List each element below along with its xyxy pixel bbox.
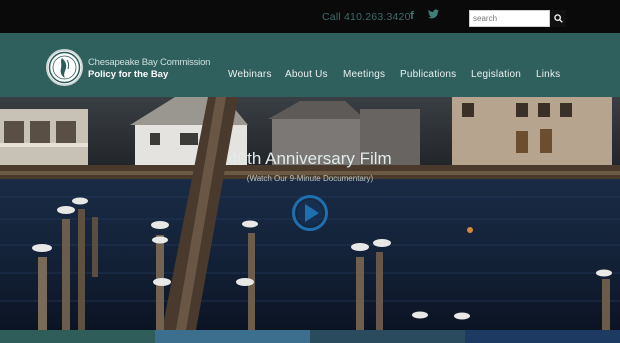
logo-emblem-icon	[48, 51, 81, 84]
org-name-line2[interactable]: Policy for the Bay	[88, 69, 168, 80]
footer-strip-1[interactable]	[0, 330, 155, 343]
top-bar: Call 410.263.3420 f	[0, 0, 620, 33]
footer-strip-4[interactable]	[465, 330, 620, 343]
main-navigation: Chesapeake Bay Commission Policy for the…	[0, 33, 620, 97]
hero-banner: 40th Anniversary Film (Watch Our 9-Minut…	[0, 97, 620, 330]
phone-number[interactable]: Call 410.263.3420	[322, 11, 411, 23]
nav-meetings[interactable]: Meetings	[343, 69, 385, 80]
twitter-icon[interactable]	[427, 9, 439, 23]
search-icon	[553, 14, 563, 23]
nav-links[interactable]: Links	[536, 69, 560, 80]
logo[interactable]	[46, 49, 83, 86]
facebook-icon[interactable]: f	[406, 9, 418, 23]
nav-publications[interactable]: Publications	[400, 69, 456, 80]
search-input[interactable]	[469, 10, 550, 27]
hero-subtitle[interactable]: (Watch Our 9-Minute Documentary)	[0, 174, 620, 183]
nav-webinars[interactable]: Webinars	[228, 69, 272, 80]
footer-strip-2[interactable]	[155, 330, 310, 343]
play-icon[interactable]	[291, 194, 329, 232]
footer-strip-3[interactable]	[310, 330, 465, 343]
hero-title: 40th Anniversary Film	[228, 149, 392, 168]
nav-about-us[interactable]: About Us	[285, 69, 328, 80]
org-name-line1[interactable]: Chesapeake Bay Commission	[88, 57, 210, 68]
search-button[interactable]	[550, 10, 566, 27]
nav-legislation[interactable]: Legislation	[471, 69, 521, 80]
